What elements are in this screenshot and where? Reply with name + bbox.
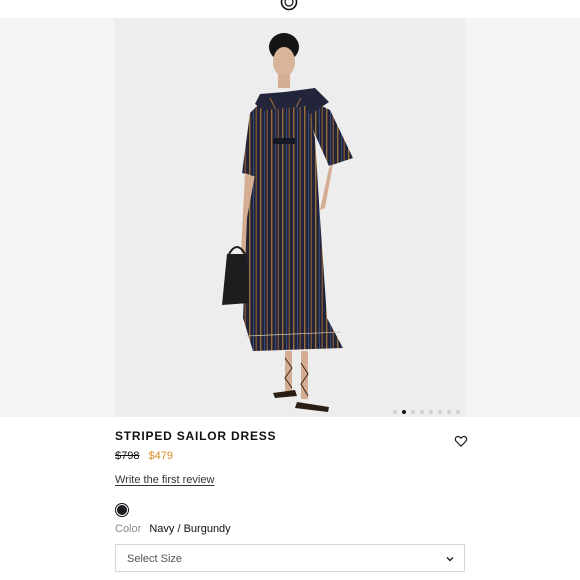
gallery-dot[interactable] [429,410,433,414]
write-review-link[interactable]: Write the first review [115,474,214,486]
gallery-dot[interactable] [447,410,451,414]
brand-logo-icon[interactable] [280,0,298,11]
size-select-value: Select Size [127,553,183,565]
product-image[interactable] [115,18,465,417]
sale-price: $479 [148,450,174,462]
color-label: Color [115,523,142,535]
color-value: Navy / Burgundy [149,523,231,535]
product-title: STRIPED SAILOR DRESS [115,429,277,443]
color-row: Color Navy / Burgundy [115,523,231,535]
gallery-dot-active[interactable] [402,410,406,414]
size-select[interactable]: Select Size [115,544,465,572]
color-swatch-navy-burgundy[interactable] [115,503,129,517]
swatch-fill [117,505,127,515]
gallery-dot[interactable] [438,410,442,414]
chevron-down-icon [446,557,454,562]
gallery-pagination[interactable] [393,410,460,416]
gallery-dot[interactable] [393,410,397,414]
model-in-dress-image [222,33,353,412]
price-row: $798 $479 [115,450,173,462]
heart-icon[interactable] [454,434,468,448]
product-image-gallery[interactable] [0,18,580,417]
top-header [0,0,580,18]
gallery-dot[interactable] [456,410,460,414]
gallery-dot[interactable] [411,410,415,414]
original-price: $798 [115,450,140,462]
gallery-dot[interactable] [420,410,424,414]
